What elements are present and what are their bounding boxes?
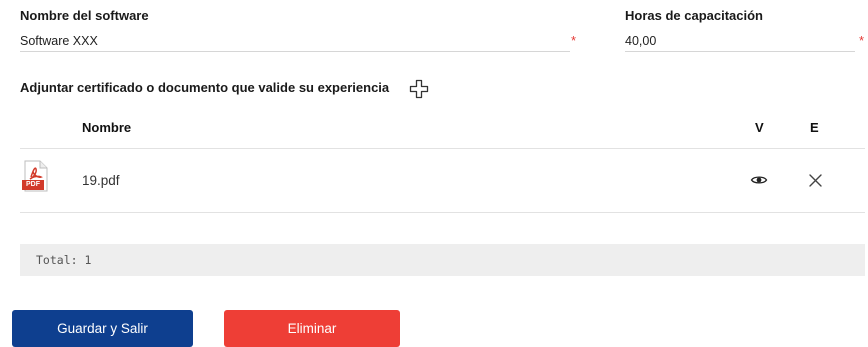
close-icon[interactable] bbox=[808, 173, 823, 188]
eye-icon[interactable] bbox=[750, 172, 768, 188]
column-header-name: Nombre bbox=[82, 120, 132, 135]
table-row: PDF 19.pdf bbox=[20, 149, 865, 213]
software-name-input[interactable] bbox=[20, 31, 570, 52]
table-footer: Total: 1 bbox=[20, 244, 865, 276]
column-header-edit: E bbox=[810, 120, 819, 135]
pdf-badge-text: PDF bbox=[26, 181, 40, 188]
pdf-file-icon: PDF bbox=[22, 160, 50, 192]
training-hours-label: Horas de capacitación bbox=[625, 8, 763, 23]
hours-required-mark: * bbox=[859, 33, 865, 48]
save-and-exit-button[interactable]: Guardar y Salir bbox=[12, 310, 193, 347]
attachments-table-header: Nombre V E bbox=[20, 110, 865, 149]
delete-button[interactable]: Eliminar bbox=[224, 310, 400, 347]
software-required-mark: * bbox=[571, 33, 577, 48]
training-hours-input[interactable] bbox=[625, 31, 855, 52]
column-header-view: V bbox=[755, 120, 764, 135]
total-count: Total: 1 bbox=[36, 253, 92, 267]
attach-certificate-label: Adjuntar certificado o documento que val… bbox=[20, 80, 390, 95]
plus-outline-icon[interactable] bbox=[409, 79, 429, 99]
software-name-label: Nombre del software bbox=[20, 8, 149, 23]
file-name[interactable]: 19.pdf bbox=[82, 173, 120, 188]
